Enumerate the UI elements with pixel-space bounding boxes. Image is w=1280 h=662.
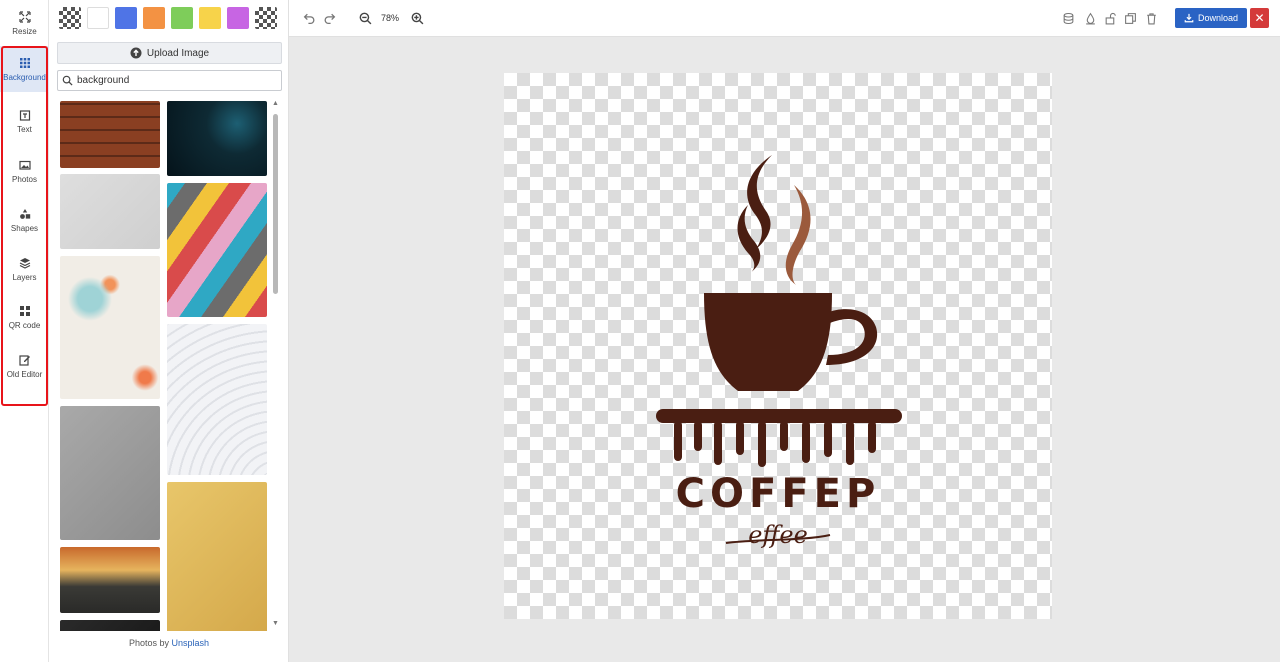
nav-label: Shapes xyxy=(10,223,39,233)
duplicate-icon[interactable] xyxy=(1124,12,1137,25)
thumb-forest-road[interactable] xyxy=(60,547,160,613)
scroll-up-arrow-icon[interactable]: ▲ xyxy=(272,100,279,108)
redo-icon[interactable] xyxy=(323,12,336,25)
close-icon: ✕ xyxy=(1254,11,1265,25)
image-icon xyxy=(18,160,31,170)
resize-icon xyxy=(18,10,31,23)
thumb-painted-stripes[interactable] xyxy=(167,183,267,317)
panel-scrollbar[interactable]: ▲ ▼ xyxy=(272,100,279,630)
nav-item-text[interactable]: Text xyxy=(0,98,49,144)
photo-credit: Photos by Unsplash xyxy=(49,638,289,648)
upload-image-button[interactable]: Upload Image xyxy=(57,42,282,64)
nav-item-background[interactable]: Background xyxy=(0,46,49,92)
credit-prefix: Photos by xyxy=(128,638,172,648)
logo-brand-text: COFFEP xyxy=(675,471,881,517)
thumb-gray-concrete[interactable] xyxy=(60,406,160,540)
design-canvas[interactable]: COFFEP effee xyxy=(504,73,1052,619)
nav-item-shapes[interactable]: Shapes xyxy=(0,197,49,243)
thumb-white-curves[interactable] xyxy=(167,324,267,475)
layers-icon xyxy=(19,257,30,269)
background-thumbnails xyxy=(49,96,289,631)
workspace: COFFEP effee xyxy=(289,37,1280,662)
database-icon[interactable] xyxy=(1062,12,1075,25)
upload-image-label: Upload Image xyxy=(146,47,210,59)
thumb-wood-planks[interactable] xyxy=(60,101,160,168)
nav-item-old-editor[interactable]: Old Editor xyxy=(0,343,49,389)
swatch-white[interactable] xyxy=(87,7,109,29)
nav-item-layers[interactable]: Layers xyxy=(0,246,49,292)
thumb-watercolor-splash[interactable] xyxy=(60,256,160,399)
swatch-blue[interactable] xyxy=(115,7,137,29)
nav-item-photos[interactable]: Photos xyxy=(0,148,49,194)
swatch-pattern[interactable] xyxy=(255,7,277,29)
download-label: Download xyxy=(1197,13,1239,23)
logo-tagline-text: effee xyxy=(748,521,808,549)
zoom-level: 78% xyxy=(381,13,400,23)
thumb-dark-texture[interactable] xyxy=(60,620,160,631)
search-icon xyxy=(62,75,73,86)
trash-icon[interactable] xyxy=(1145,12,1158,25)
nav-rail: Resize Background Text Photos Shapes Lay… xyxy=(0,0,49,662)
color-swatches xyxy=(57,7,289,31)
nav-label: Background xyxy=(3,72,46,82)
swatch-transparent[interactable] xyxy=(59,7,81,29)
editor-app: Resize Background Text Photos Shapes Lay… xyxy=(0,0,1280,662)
upload-icon xyxy=(130,47,142,59)
scroll-down-arrow-icon[interactable]: ▼ xyxy=(272,620,279,628)
nav-label: Resize xyxy=(12,26,37,36)
nav-item-resize[interactable]: Resize xyxy=(0,0,49,46)
swatch-orange[interactable] xyxy=(143,7,165,29)
fill-drop-icon[interactable] xyxy=(1084,12,1097,25)
scrollbar-thumb[interactable] xyxy=(273,114,278,294)
background-panel: Upload Image ▲ ▼ Photos by Unspla xyxy=(49,0,289,662)
top-toolbar: 78% Download ✕ xyxy=(289,0,1280,37)
nav-label: QR code xyxy=(8,320,41,330)
swatch-yellow[interactable] xyxy=(199,7,221,29)
search-box xyxy=(57,70,282,91)
nav-label: Layers xyxy=(12,272,37,282)
search-input[interactable] xyxy=(77,75,267,86)
nav-item-qr-code[interactable]: QR code xyxy=(0,294,49,340)
nav-label: Photos xyxy=(12,174,37,184)
swatch-green[interactable] xyxy=(171,7,193,29)
undo-icon[interactable] xyxy=(303,12,316,25)
thumb-white-texture[interactable] xyxy=(60,174,160,249)
unsplash-link[interactable]: Unsplash xyxy=(172,638,210,648)
text-icon xyxy=(19,109,30,121)
grid-icon xyxy=(19,57,30,68)
shapes-icon xyxy=(19,208,30,219)
nav-label: Text xyxy=(17,124,32,134)
zoom-out-icon[interactable] xyxy=(359,12,372,25)
thumb-dark-teal-bokeh[interactable] xyxy=(167,101,267,176)
nav-label: Old Editor xyxy=(6,369,43,379)
close-button[interactable]: ✕ xyxy=(1250,8,1269,28)
lock-icon[interactable] xyxy=(1104,12,1117,25)
swatch-purple[interactable] xyxy=(227,7,249,29)
thumb-yellow-wall[interactable] xyxy=(167,482,267,631)
download-button[interactable]: Download xyxy=(1175,8,1247,28)
download-icon xyxy=(1184,13,1194,23)
zoom-in-icon[interactable] xyxy=(411,12,424,25)
qr-icon xyxy=(19,305,30,316)
edit-icon xyxy=(18,354,30,366)
